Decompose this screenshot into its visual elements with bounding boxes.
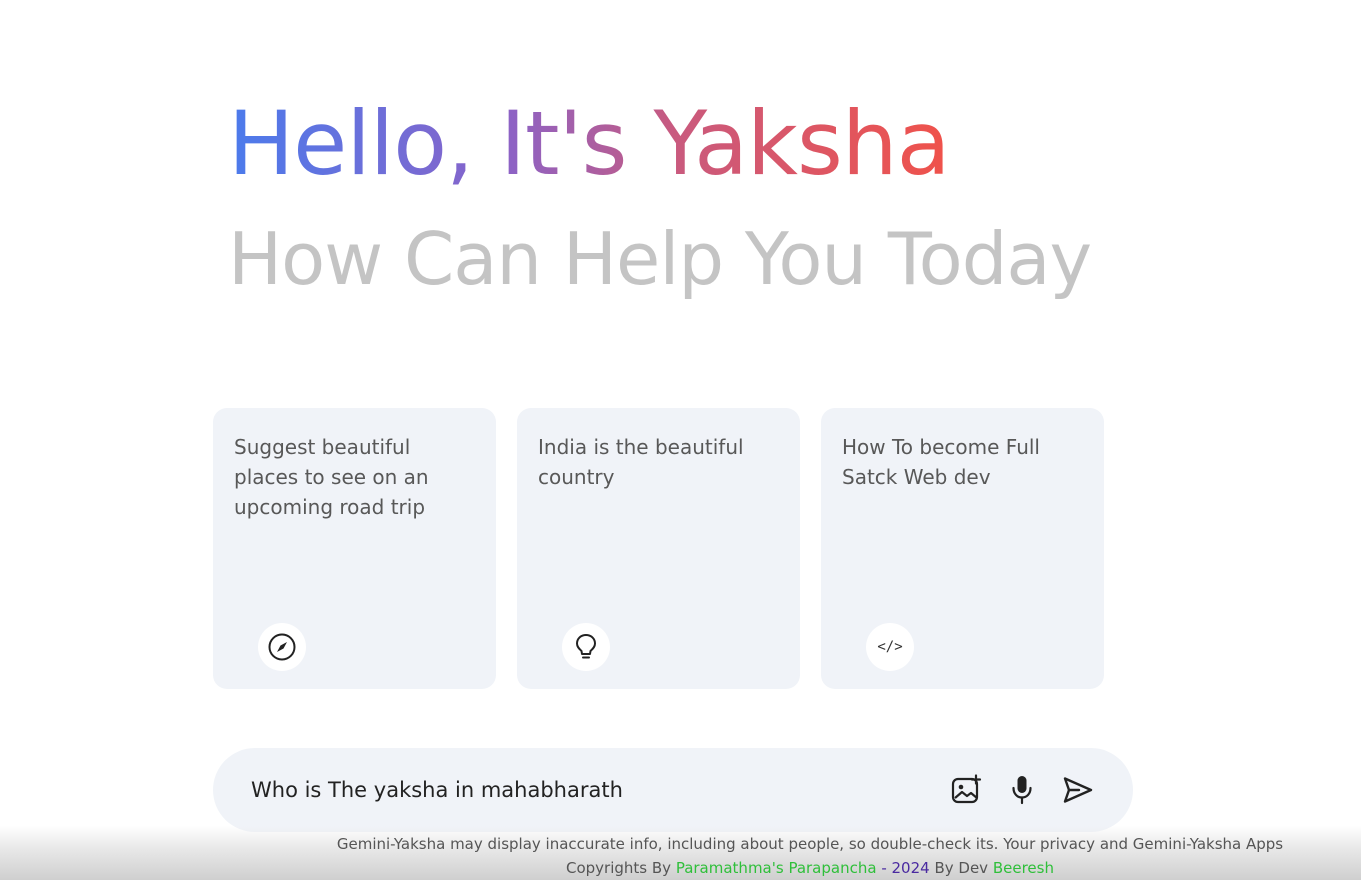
bulb-icon xyxy=(562,623,610,671)
greeting-title: Hello, It's Yaksha xyxy=(228,92,951,195)
prompt-bar xyxy=(213,748,1133,832)
greeting-subtitle: How Can Help You Today xyxy=(228,217,1092,301)
card-text: India is the beautiful country xyxy=(538,435,744,489)
card-text: How To become Full Satck Web dev xyxy=(842,435,1040,489)
copyright-by: By Dev xyxy=(934,859,989,877)
footer-copyright: Copyrights By Paramathma's Parapancha - … xyxy=(240,856,1361,880)
gallery-icon[interactable] xyxy=(949,773,983,807)
code-icon: </> xyxy=(866,623,914,671)
copyright-year: - 2024 xyxy=(881,859,930,877)
send-icon[interactable] xyxy=(1061,773,1095,807)
suggestion-card-india[interactable]: India is the beautiful country xyxy=(517,408,800,689)
card-text: Suggest beautiful places to see on an up… xyxy=(234,435,429,519)
suggestion-card-road-trip[interactable]: Suggest beautiful places to see on an up… xyxy=(213,408,496,689)
suggestion-cards: Suggest beautiful places to see on an up… xyxy=(213,408,1104,689)
footer-disclaimer: Gemini-Yaksha may display inaccurate inf… xyxy=(336,835,1284,853)
suggestion-card-web-dev[interactable]: How To become Full Satck Web dev </> xyxy=(821,408,1104,689)
prompt-input[interactable] xyxy=(251,778,949,802)
copyright-prefix: Copyrights By xyxy=(566,859,672,877)
prompt-actions xyxy=(949,773,1095,807)
code-glyph: </> xyxy=(877,639,903,655)
copyright-author: Beeresh xyxy=(992,859,1054,877)
page: Hello, It's Yaksha How Can Help You Toda… xyxy=(0,0,1361,880)
compass-icon xyxy=(258,623,306,671)
mic-icon[interactable] xyxy=(1005,773,1039,807)
footer: Gemini-Yaksha may display inaccurate inf… xyxy=(240,832,1361,880)
copyright-brand: Paramathma's Parapancha xyxy=(675,859,877,877)
